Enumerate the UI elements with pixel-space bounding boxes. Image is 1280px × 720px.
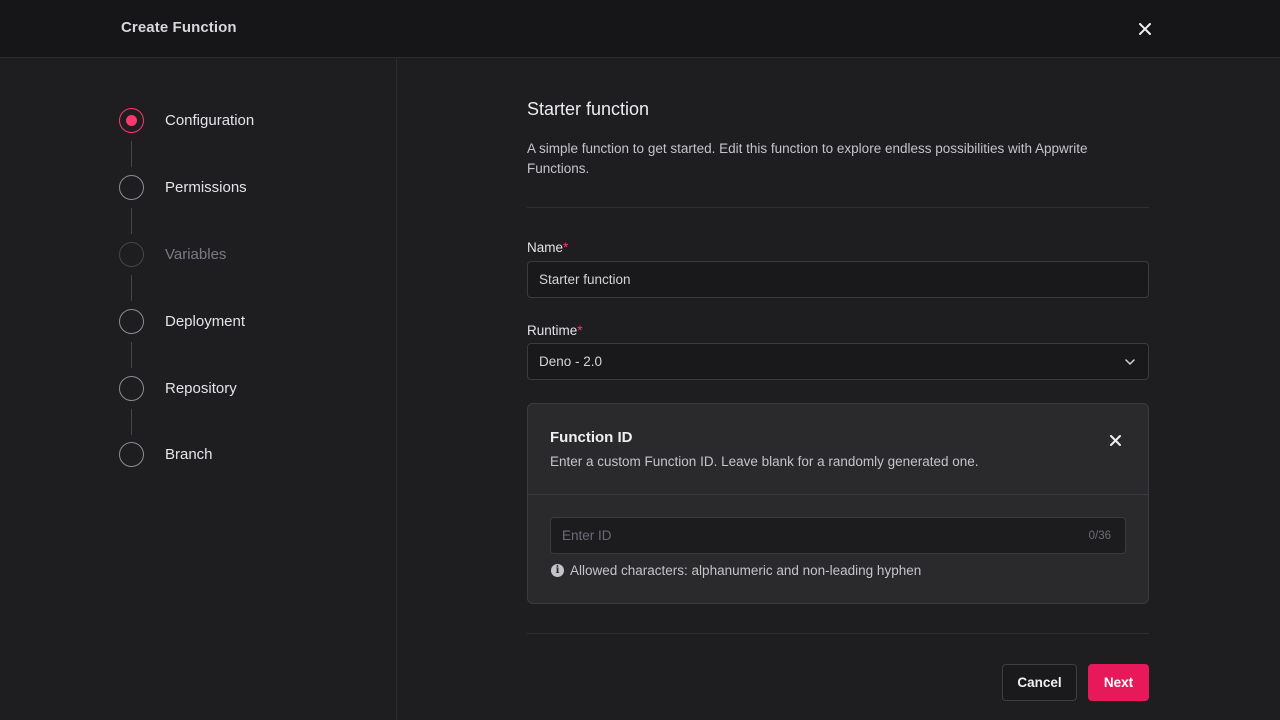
step-label: Permissions bbox=[165, 178, 247, 196]
runtime-label: Runtime* bbox=[527, 323, 583, 338]
step-label: Variables bbox=[165, 245, 227, 263]
next-button[interactable]: Next bbox=[1088, 664, 1149, 701]
modal-header: Create Function bbox=[0, 0, 1280, 58]
hint-text: Allowed characters: alphanumeric and non… bbox=[570, 563, 922, 578]
runtime-label-text: Runtime bbox=[527, 323, 578, 338]
step-repository[interactable]: Repository bbox=[119, 375, 237, 401]
step-connector bbox=[131, 141, 132, 167]
section-description: A simple function to get started. Edit t… bbox=[527, 141, 1088, 176]
step-connector bbox=[131, 208, 132, 234]
step-label: Deployment bbox=[165, 312, 246, 330]
step-label: Branch bbox=[165, 445, 213, 463]
function-id-description: Enter a custom Function ID. Leave blank … bbox=[550, 454, 979, 469]
step-circle-icon bbox=[119, 241, 144, 267]
info-icon: i bbox=[551, 564, 564, 577]
function-id-title: Function ID bbox=[550, 429, 633, 446]
step-deployment[interactable]: Deployment bbox=[119, 308, 245, 334]
required-mark: * bbox=[563, 240, 569, 255]
step-connector bbox=[131, 275, 132, 301]
function-id-field[interactable]: 0/36 bbox=[550, 517, 1126, 554]
name-label: Name* bbox=[527, 240, 568, 255]
section-title: Starter function bbox=[527, 99, 650, 119]
runtime-select[interactable]: Deno - 2.0 bbox=[527, 343, 1149, 380]
character-counter: 0/36 bbox=[1088, 529, 1111, 542]
chevron-down-icon bbox=[1123, 355, 1137, 369]
modal-title: Create Function bbox=[121, 19, 237, 36]
step-label: Repository bbox=[165, 379, 237, 397]
runtime-select-value: Deno - 2.0 bbox=[539, 354, 603, 369]
step-variables: Variables bbox=[119, 241, 226, 267]
step-branch[interactable]: Branch bbox=[119, 441, 213, 467]
required-mark: * bbox=[577, 323, 583, 338]
step-circle-icon bbox=[119, 308, 144, 334]
close-icon[interactable] bbox=[1134, 18, 1156, 40]
step-configuration[interactable]: Configuration bbox=[119, 107, 254, 133]
step-circle-icon bbox=[119, 375, 144, 401]
step-connector bbox=[131, 342, 132, 368]
step-circle-icon bbox=[119, 174, 144, 200]
name-input[interactable]: Starter function bbox=[527, 261, 1149, 298]
step-circle-icon bbox=[119, 441, 144, 467]
step-label: Configuration bbox=[165, 111, 255, 129]
card-divider bbox=[528, 494, 1148, 495]
step-permissions[interactable]: Permissions bbox=[119, 174, 247, 200]
name-input-value: Starter function bbox=[539, 272, 631, 287]
step-connector bbox=[131, 409, 132, 435]
divider bbox=[527, 207, 1149, 208]
name-label-text: Name bbox=[527, 240, 564, 255]
allowed-characters-hint: i Allowed characters: alphanumeric and n… bbox=[551, 563, 921, 578]
step-active-indicator-icon bbox=[119, 107, 144, 133]
function-id-card: Function ID Enter a custom Function ID. … bbox=[527, 403, 1149, 604]
function-id-input[interactable] bbox=[562, 528, 1042, 543]
close-icon[interactable] bbox=[1104, 429, 1126, 451]
cancel-button[interactable]: Cancel bbox=[1002, 664, 1077, 701]
divider bbox=[527, 633, 1149, 634]
